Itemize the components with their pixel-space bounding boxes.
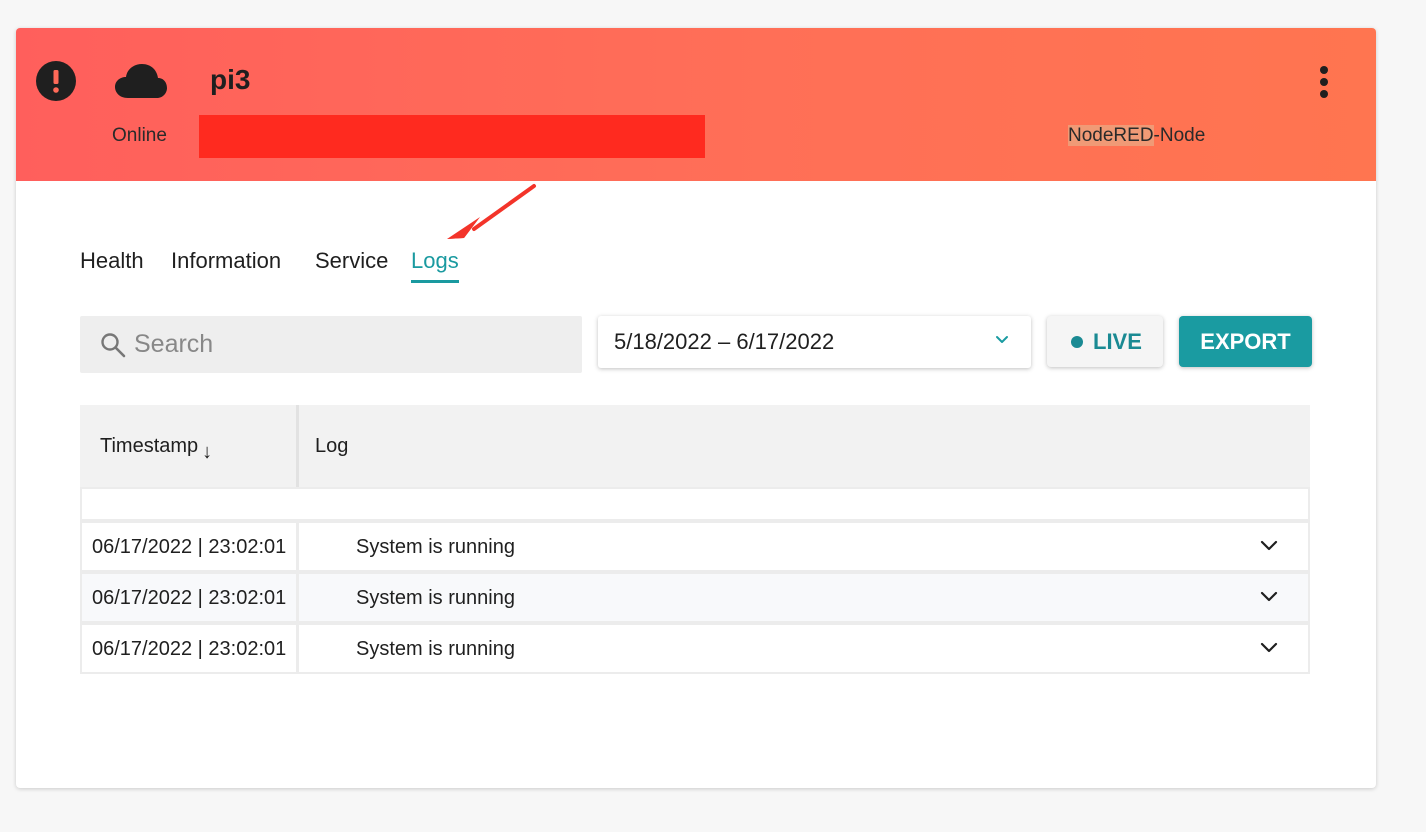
row-log: System is running (356, 536, 515, 558)
date-range-select[interactable]: 5/18/2022 – 6/17/2022 (598, 316, 1031, 368)
sort-down-icon: ↓ (202, 440, 213, 463)
live-button[interactable]: LIVE (1047, 316, 1163, 367)
table-spacer-row (80, 487, 1310, 521)
logs-table: Timestamp ↓ Log 06/17/2022 | 23:02:01 Sys… (80, 405, 1312, 677)
row-log: System is running (356, 638, 515, 660)
cloud-icon (115, 64, 167, 98)
tab-information[interactable]: Information (171, 246, 281, 276)
row-timestamp: 06/17/2022 | 23:02:01 (92, 536, 287, 558)
node-type-suffix: -Node (1153, 125, 1206, 146)
export-button[interactable]: EXPORT (1179, 316, 1312, 367)
table-row[interactable]: 06/17/2022 | 23:02:01 System is running (80, 521, 1310, 572)
search-input[interactable] (134, 316, 564, 373)
device-card: pi3 Online NodeRED-Node Health Informati… (16, 28, 1376, 788)
redacted-block (199, 115, 705, 158)
status-text: Online (112, 125, 167, 146)
chevron-down-icon[interactable] (1260, 590, 1278, 604)
search-icon (101, 333, 126, 358)
column-divider (296, 405, 299, 487)
tab-logs[interactable]: Logs (411, 246, 459, 283)
export-button-label: EXPORT (1200, 329, 1291, 354)
table-row[interactable]: 06/17/2022 | 23:02:01 System is running (80, 623, 1310, 674)
date-range-value: 5/18/2022 – 6/17/2022 (614, 329, 835, 354)
table-header: Timestamp ↓ Log (80, 405, 1310, 487)
chevron-down-icon[interactable] (1260, 539, 1278, 553)
device-name: pi3 (210, 64, 251, 95)
live-dot-icon (1071, 336, 1083, 348)
live-button-label: LIVE (1093, 329, 1142, 354)
tab-service[interactable]: Service (315, 246, 388, 276)
table-row[interactable]: 06/17/2022 | 23:02:01 System is running (80, 572, 1310, 623)
column-header-log: Log (315, 435, 349, 457)
search-box[interactable] (80, 316, 582, 373)
cell-divider (296, 623, 299, 674)
node-type-label: NodeRED-Node (1068, 124, 1205, 148)
row-timestamp: 06/17/2022 | 23:02:01 (92, 638, 287, 660)
chevron-down-icon[interactable] (1260, 641, 1278, 655)
chevron-down-icon (996, 336, 1008, 343)
row-log: System is running (356, 587, 515, 609)
more-vertical-icon[interactable] (1310, 62, 1338, 102)
annotation-arrow-icon (447, 184, 536, 239)
column-header-timestamp[interactable]: Timestamp ↓ (100, 433, 216, 463)
row-timestamp: 06/17/2022 | 23:02:01 (92, 587, 287, 609)
device-header: pi3 Online NodeRED-Node (16, 28, 1376, 181)
cell-divider (296, 521, 299, 572)
cell-divider (296, 572, 299, 623)
tab-health[interactable]: Health (80, 246, 144, 276)
alert-icon (36, 61, 76, 101)
node-type-highlight: NodeRED (1068, 125, 1154, 146)
column-header-timestamp-label: Timestamp (100, 435, 199, 457)
